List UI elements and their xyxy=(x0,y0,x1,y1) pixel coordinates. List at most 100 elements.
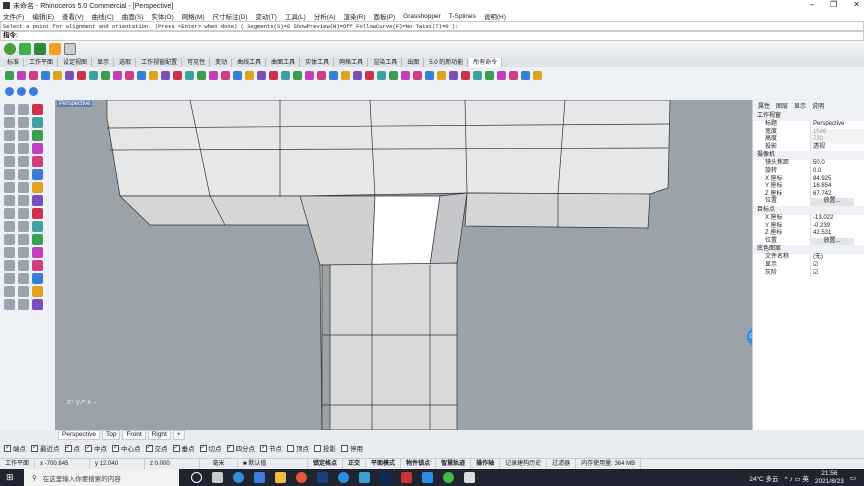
tool-icon[interactable] xyxy=(18,117,29,128)
status-toggle[interactable]: 过滤器 xyxy=(547,459,577,469)
tool-icon[interactable] xyxy=(18,143,29,154)
property-value[interactable]: 50.0 xyxy=(810,160,864,168)
tool-icon[interactable] xyxy=(18,208,29,219)
command-input[interactable]: 指令: xyxy=(0,31,864,41)
property-value[interactable]: 0.0 xyxy=(810,167,864,176)
tool-icon[interactable] xyxy=(32,247,43,258)
place-button[interactable]: 放置... xyxy=(810,198,854,206)
command-icon[interactable] xyxy=(17,70,26,80)
tool-icon[interactable] xyxy=(18,299,29,310)
tool-icon[interactable] xyxy=(4,130,15,141)
tool-icon[interactable] xyxy=(4,169,15,180)
open-icon[interactable] xyxy=(19,43,31,55)
checkbox[interactable]: ✓ xyxy=(172,444,180,452)
command-icon[interactable] xyxy=(173,70,182,80)
viewport-tab[interactable]: Right xyxy=(147,430,171,440)
tool-icon[interactable] xyxy=(4,156,15,167)
status-toggle[interactable]: 锁定格点 xyxy=(308,459,344,469)
photoshop-2-icon[interactable] xyxy=(380,472,391,483)
browser-icon[interactable] xyxy=(338,472,349,483)
perspective-viewport[interactable]: Perspective z↑ y↗ x→ xyxy=(55,100,752,430)
checkbox[interactable]: ✓ xyxy=(112,444,119,452)
command-icon[interactable] xyxy=(269,70,278,80)
tool-icon[interactable] xyxy=(4,234,15,245)
maximize-button[interactable]: ❐ xyxy=(830,0,837,9)
tool-icon[interactable] xyxy=(18,221,29,232)
property-value[interactable]: -0.239 xyxy=(810,222,864,231)
photoshop-icon[interactable] xyxy=(317,472,328,483)
menu-item[interactable]: 说明(H) xyxy=(484,11,506,21)
command-icon[interactable] xyxy=(209,70,218,80)
status-toggle[interactable]: 操作轴 xyxy=(471,459,501,469)
tool-icon[interactable] xyxy=(4,260,15,271)
mail-icon[interactable] xyxy=(254,472,265,483)
osnap-5[interactable]: ✓ 交点 xyxy=(145,443,168,453)
viewport-icon[interactable] xyxy=(5,86,14,96)
menu-item[interactable]: 文件(F) xyxy=(3,11,24,21)
command-icon[interactable] xyxy=(221,70,230,80)
command-icon[interactable] xyxy=(41,70,50,80)
osnap-8[interactable]: ✓ 四分点 xyxy=(226,443,255,453)
menu-item[interactable]: Grasshopper xyxy=(403,13,441,20)
options-icon[interactable] xyxy=(64,43,76,55)
tool-icon[interactable] xyxy=(32,260,43,271)
command-icon[interactable] xyxy=(113,70,122,80)
tool-icon[interactable] xyxy=(32,273,43,284)
property-value[interactable]: ☑ xyxy=(810,261,864,270)
chrome-icon[interactable] xyxy=(296,472,307,483)
property-value[interactable]: -13.022 xyxy=(810,214,864,223)
checkbox[interactable]: ✓ xyxy=(260,444,267,452)
command-icon[interactable] xyxy=(185,70,194,80)
menu-item[interactable]: 变动(T) xyxy=(256,11,277,21)
status-toggle[interactable]: 记录建构历史 xyxy=(500,459,548,469)
status-toggle[interactable]: 平面模式 xyxy=(366,459,402,469)
command-icon[interactable] xyxy=(401,70,410,80)
panel-tab[interactable]: 说明 xyxy=(810,103,826,110)
tool-icon[interactable] xyxy=(32,208,43,219)
command-icon[interactable] xyxy=(509,70,518,80)
tool-icon[interactable] xyxy=(32,156,43,167)
tool-icon[interactable] xyxy=(4,273,15,284)
tool-icon[interactable] xyxy=(4,143,15,154)
property-value[interactable]: Perspective xyxy=(810,121,864,129)
menu-item[interactable]: 曲面(S) xyxy=(122,11,144,21)
command-icon[interactable] xyxy=(125,70,134,80)
property-value[interactable]: 42.531 xyxy=(810,230,864,238)
viewport-tab[interactable]: + xyxy=(172,430,185,440)
menu-item[interactable]: 工具(L) xyxy=(285,11,306,21)
command-icon[interactable] xyxy=(473,70,482,80)
tool-icon[interactable] xyxy=(18,156,29,167)
tool-icon[interactable] xyxy=(4,299,15,310)
property-value[interactable]: 透视 xyxy=(810,143,864,152)
tool-icon[interactable] xyxy=(18,234,29,245)
command-icon[interactable] xyxy=(365,70,374,80)
property-value[interactable]: (无) xyxy=(810,254,864,262)
status-toggle[interactable]: 正交 xyxy=(343,459,367,469)
property-value[interactable]: ☑ xyxy=(810,269,864,278)
property-value[interactable]: 84.925 xyxy=(810,175,864,184)
command-icon[interactable] xyxy=(137,70,146,80)
command-icon[interactable] xyxy=(5,70,14,80)
clock[interactable]: 21:56 2021/8/23 xyxy=(815,470,844,486)
tray-icons[interactable]: ^ ♪ ▭ 英 xyxy=(785,473,809,483)
status-toggle[interactable]: 智慧轨迹 xyxy=(436,459,472,469)
notification-icon[interactable]: ▭ xyxy=(850,474,856,482)
osnap-4[interactable]: ✓ 中心点 xyxy=(112,443,141,453)
new-icon[interactable] xyxy=(4,43,16,55)
tool-icon[interactable] xyxy=(4,247,15,258)
command-icon[interactable] xyxy=(65,70,74,80)
current-layer[interactable]: ■ 默认值 xyxy=(238,459,309,469)
task-view-icon[interactable] xyxy=(212,472,223,483)
tool-icon[interactable] xyxy=(32,169,43,180)
tool-icon[interactable] xyxy=(18,286,29,297)
checkbox[interactable]: ✓ xyxy=(145,444,153,452)
recorder-icon[interactable] xyxy=(401,472,412,483)
command-icon[interactable] xyxy=(293,70,302,80)
osnap-6[interactable]: ✓ 垂点 xyxy=(172,443,195,453)
checkbox[interactable]: ✓ xyxy=(64,444,72,452)
tool-icon[interactable] xyxy=(18,104,29,115)
command-icon[interactable] xyxy=(161,70,170,80)
osnap-12[interactable]: 停用 xyxy=(341,443,363,453)
tool-icon[interactable] xyxy=(18,195,29,206)
viewport-icon[interactable] xyxy=(29,86,38,96)
